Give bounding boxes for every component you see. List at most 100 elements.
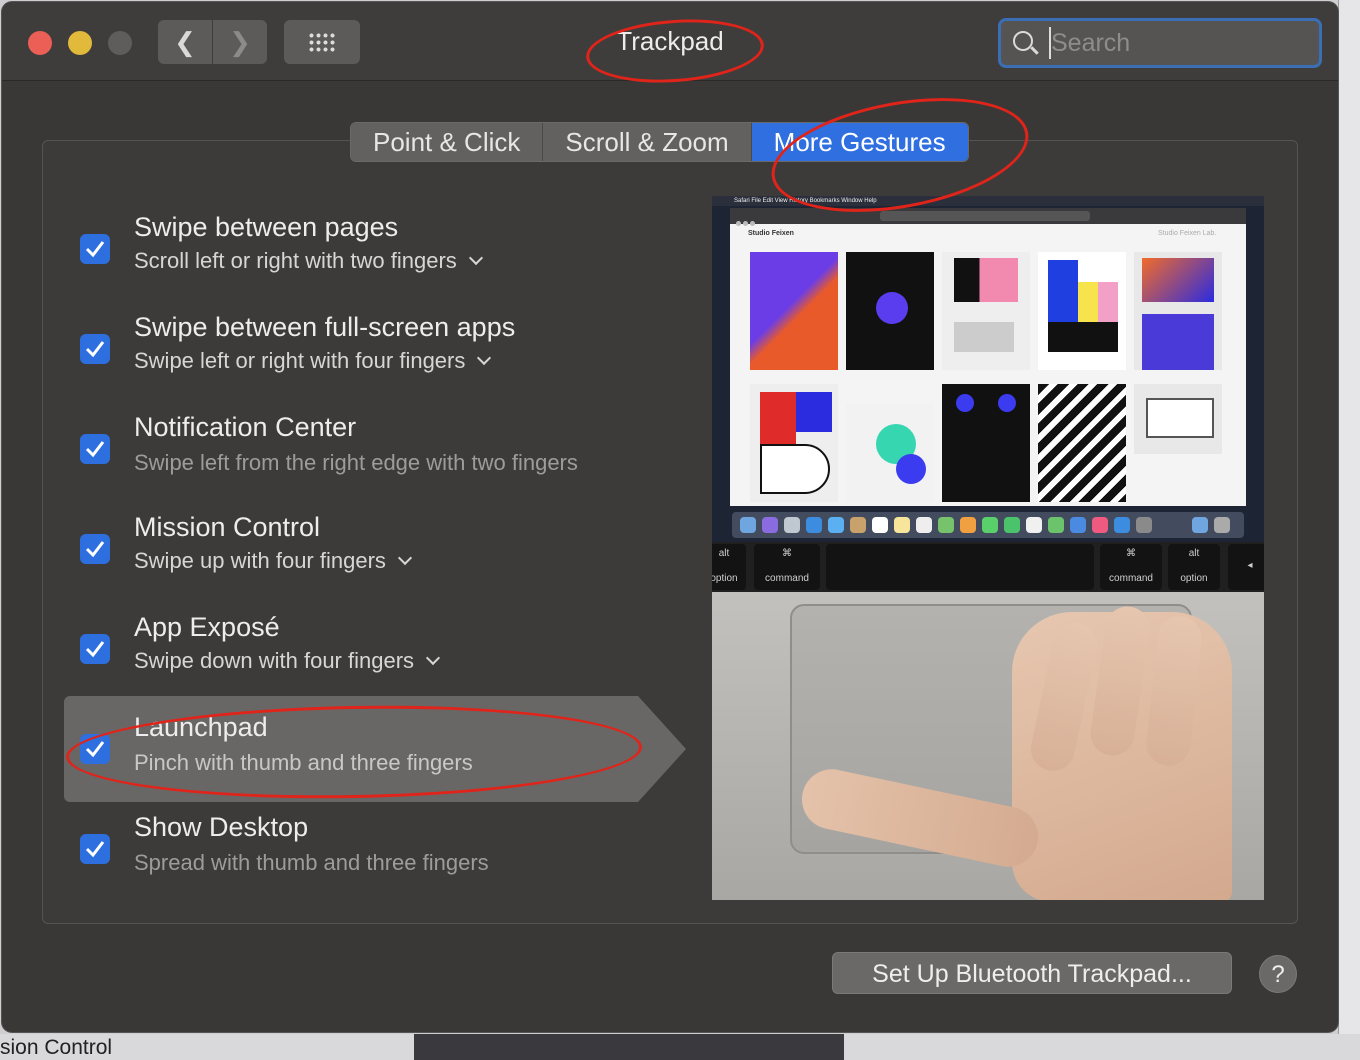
tab-bar: Point & Click Scroll & Zoom More Gesture… <box>350 122 969 162</box>
gesture-swipe-between-pages[interactable]: Swipe between pages Scroll left or right… <box>64 208 664 308</box>
setup-bluetooth-trackpad-button[interactable]: Set Up Bluetooth Trackpad... <box>832 952 1232 994</box>
option-key: alt option <box>712 544 746 590</box>
swipe-pages-checkbox[interactable] <box>80 234 110 264</box>
gesture-preview-video: Safari File Edit View History Bookmarks … <box>712 196 1264 900</box>
search-field[interactable] <box>998 18 1322 68</box>
launchpad-checkbox[interactable] <box>80 734 110 764</box>
preview-window-dots <box>736 213 757 231</box>
gesture-subtitle: Swipe left or right with four fingers <box>134 348 466 373</box>
preview-tile <box>750 384 838 502</box>
search-input[interactable] <box>1049 27 1311 59</box>
preview-tile <box>1134 384 1222 454</box>
preview-tile <box>942 384 1030 502</box>
arrow-left-key: ◂ <box>1228 544 1264 590</box>
launchpad-icon <box>784 517 800 533</box>
gesture-subtitle: Scroll left or right with two fingers <box>134 248 457 273</box>
preview-tile <box>750 252 838 370</box>
safari-icon <box>806 517 822 533</box>
mail-icon <box>828 517 844 533</box>
background-window-edge <box>1338 0 1360 1034</box>
gesture-title: Mission Control <box>134 512 321 542</box>
key-symbol: alt <box>718 548 730 559</box>
mission-control-checkbox[interactable] <box>80 534 110 564</box>
gesture-option-popup[interactable]: Swipe up with four fingers <box>134 548 412 574</box>
gesture-title: Launchpad <box>134 712 268 742</box>
gesture-launchpad[interactable]: Launchpad Pinch with thumb and three fin… <box>64 708 664 808</box>
key-symbol: ⌘ <box>782 548 792 559</box>
preview-site-link: Studio Feixen Lab. <box>1158 230 1217 237</box>
notification-center-checkbox[interactable] <box>80 434 110 464</box>
checkmark-icon <box>85 841 105 858</box>
checkmark-icon <box>85 441 105 458</box>
tab-more-gestures[interactable]: More Gestures <box>751 123 968 161</box>
checkmark-icon <box>85 741 105 758</box>
pages-icon <box>1026 517 1042 533</box>
gesture-title: App Exposé <box>134 612 280 642</box>
help-button[interactable]: ? <box>1259 955 1297 993</box>
checkmark-icon <box>85 241 105 258</box>
system-preferences-icon <box>1136 517 1152 533</box>
gesture-subtitle: Pinch with thumb and three fingers <box>134 750 473 775</box>
preview-menubar-text: Safari File Edit View History Bookmarks … <box>734 198 877 204</box>
command-key: ⌘ command <box>754 544 820 590</box>
option-key: alt option <box>1168 544 1220 590</box>
chevron-down-icon <box>397 550 412 566</box>
gesture-option-popup[interactable]: Swipe down with four fingers <box>134 648 441 674</box>
gesture-swipe-full-screen-apps[interactable]: Swipe between full-screen apps Swipe lef… <box>64 308 664 408</box>
tab-point-and-click[interactable]: Point & Click <box>351 123 544 161</box>
gesture-title: Swipe between pages <box>134 212 399 242</box>
search-icon <box>1013 31 1033 51</box>
preview-tile <box>1134 252 1222 370</box>
gesture-subtitle: Swipe down with four fingers <box>134 648 415 673</box>
tab-scroll-and-zoom[interactable]: Scroll & Zoom <box>543 123 752 161</box>
gesture-show-desktop[interactable]: Show Desktop Spread with thumb and three… <box>64 808 664 908</box>
preview-browser: Studio Feixen Studio Feixen Lab. <box>730 208 1246 506</box>
preview-browser-toolbar <box>730 208 1246 226</box>
key-label: option <box>1180 573 1208 584</box>
key-symbol: ⌘ <box>1126 548 1136 559</box>
key-label: command <box>765 573 809 584</box>
photos-icon <box>960 517 976 533</box>
maps-icon <box>938 517 954 533</box>
chevron-down-icon <box>425 650 441 666</box>
downloads-icon <box>1192 517 1208 533</box>
gesture-subtitle: Spread with thumb and three fingers <box>134 850 489 875</box>
command-key: ⌘ command <box>1100 544 1162 590</box>
checkmark-icon <box>85 341 105 358</box>
checkmark-icon <box>85 641 105 658</box>
siri-icon <box>762 517 778 533</box>
trackpad-preferences-window: ❮ ❯ Trackpad Point & Click Scroll & Zoom… <box>2 2 1338 1032</box>
gesture-app-expose[interactable]: App Exposé Swipe down with four fingers <box>64 608 664 708</box>
app-store-icon <box>1114 517 1130 533</box>
gesture-option-popup[interactable]: Swipe left or right with four fingers <box>134 348 492 374</box>
preview-tile <box>1038 252 1126 370</box>
calendar-icon <box>872 517 888 533</box>
preview-tile <box>846 404 934 502</box>
gesture-option-popup[interactable]: Scroll left or right with two fingers <box>134 248 483 274</box>
titlebar: ❮ ❯ Trackpad <box>2 2 1338 81</box>
notes-icon <box>894 517 910 533</box>
key-symbol: ◂ <box>1247 560 1253 571</box>
show-desktop-checkbox[interactable] <box>80 834 110 864</box>
swipe-apps-checkbox[interactable] <box>80 334 110 364</box>
music-icon <box>1092 517 1108 533</box>
numbers-icon <box>1048 517 1064 533</box>
contacts-icon <box>850 517 866 533</box>
preview-tile <box>846 252 934 370</box>
checkmark-icon <box>85 541 105 558</box>
preview-dock <box>732 512 1244 538</box>
preview-tile <box>942 252 1030 370</box>
app-expose-checkbox[interactable] <box>80 634 110 664</box>
finder-icon <box>740 517 756 533</box>
space-bar <box>826 544 1094 590</box>
desktop-dock <box>414 1034 844 1060</box>
preview-screen: Safari File Edit View History Bookmarks … <box>712 196 1264 542</box>
gesture-notification-center[interactable]: Notification Center Swipe left from the … <box>64 408 664 508</box>
preview-menubar: Safari File Edit View History Bookmarks … <box>712 196 1264 206</box>
gesture-subtitle: Swipe up with four fingers <box>134 548 386 573</box>
gesture-mission-control[interactable]: Mission Control Swipe up with four finge… <box>64 508 664 608</box>
facetime-icon <box>1004 517 1020 533</box>
chevron-down-icon <box>477 350 492 366</box>
preview-tile <box>1038 384 1126 502</box>
key-label: command <box>1109 573 1153 584</box>
